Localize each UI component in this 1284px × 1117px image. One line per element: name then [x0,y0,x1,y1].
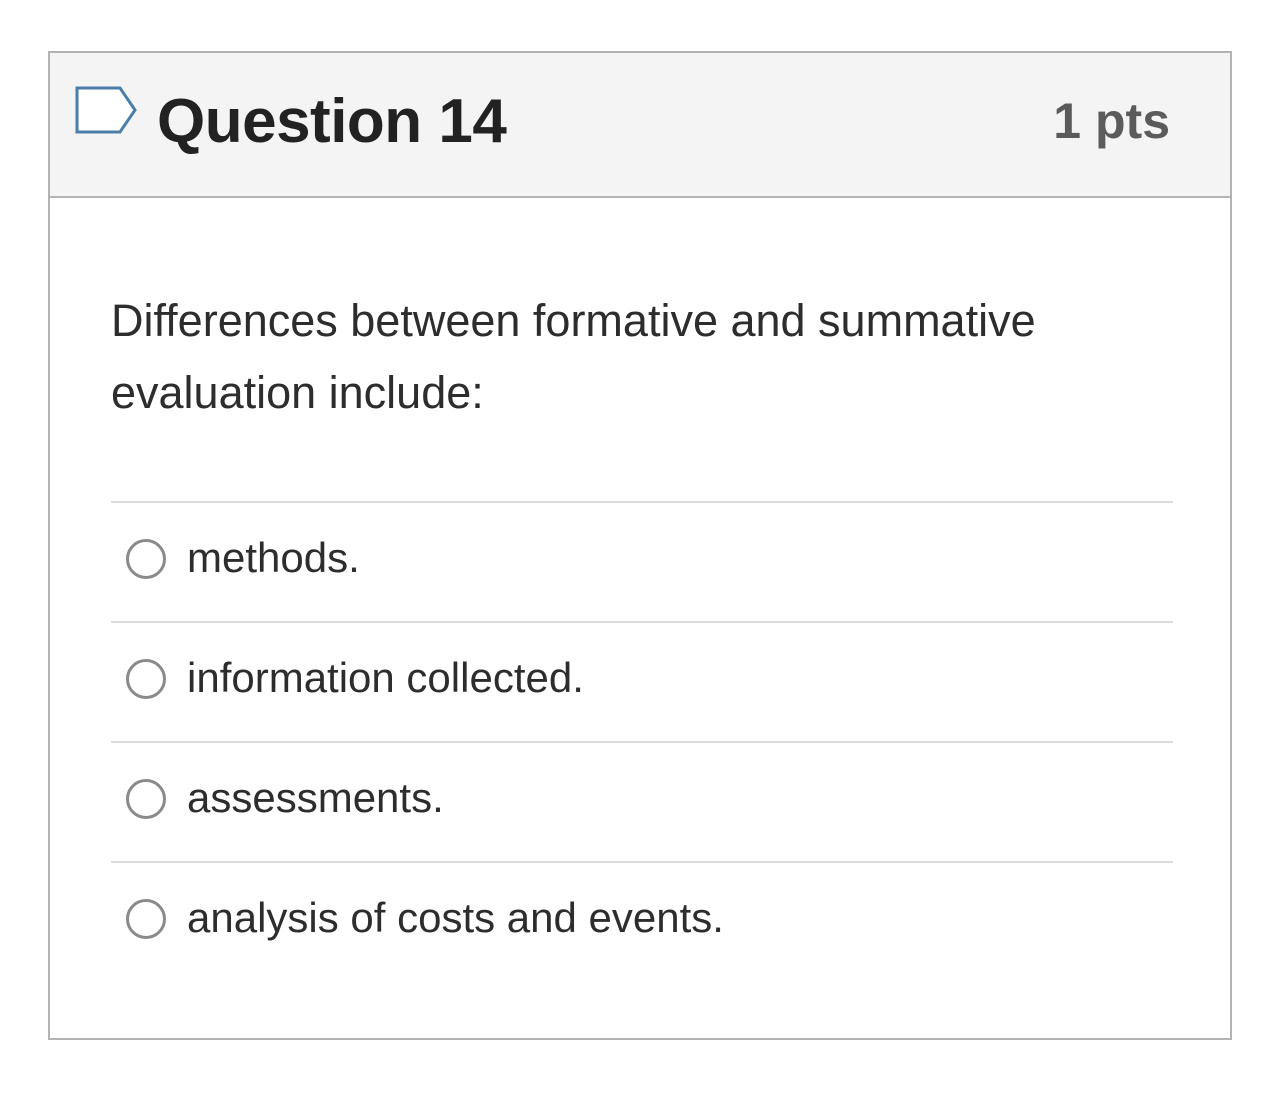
answer-option[interactable]: methods. [111,501,1173,621]
radio-button[interactable] [126,659,166,699]
answer-label: analysis of costs and events. [187,894,724,941]
flag-question-icon[interactable] [74,85,138,135]
radio-button[interactable] [126,539,166,579]
question-title: Question 14 [157,87,507,156]
answer-label: information collected. [187,654,584,701]
question-header: Question 14 1 pts [50,53,1230,198]
answer-label: assessments. [187,774,444,821]
answer-option[interactable]: assessments. [111,741,1173,861]
question-card: Question 14 1 pts Differences between fo… [48,51,1232,1040]
question-text: Differences between formative and summat… [111,295,1036,418]
radio-button[interactable] [126,779,166,819]
answer-option[interactable]: information collected. [111,621,1173,741]
answer-label: methods. [187,534,360,581]
answer-option[interactable]: analysis of costs and events. [111,861,1173,981]
answer-list: methods. information collected. assessme… [111,501,1173,981]
question-points: 1 pts [1053,93,1170,149]
radio-button[interactable] [126,899,166,939]
